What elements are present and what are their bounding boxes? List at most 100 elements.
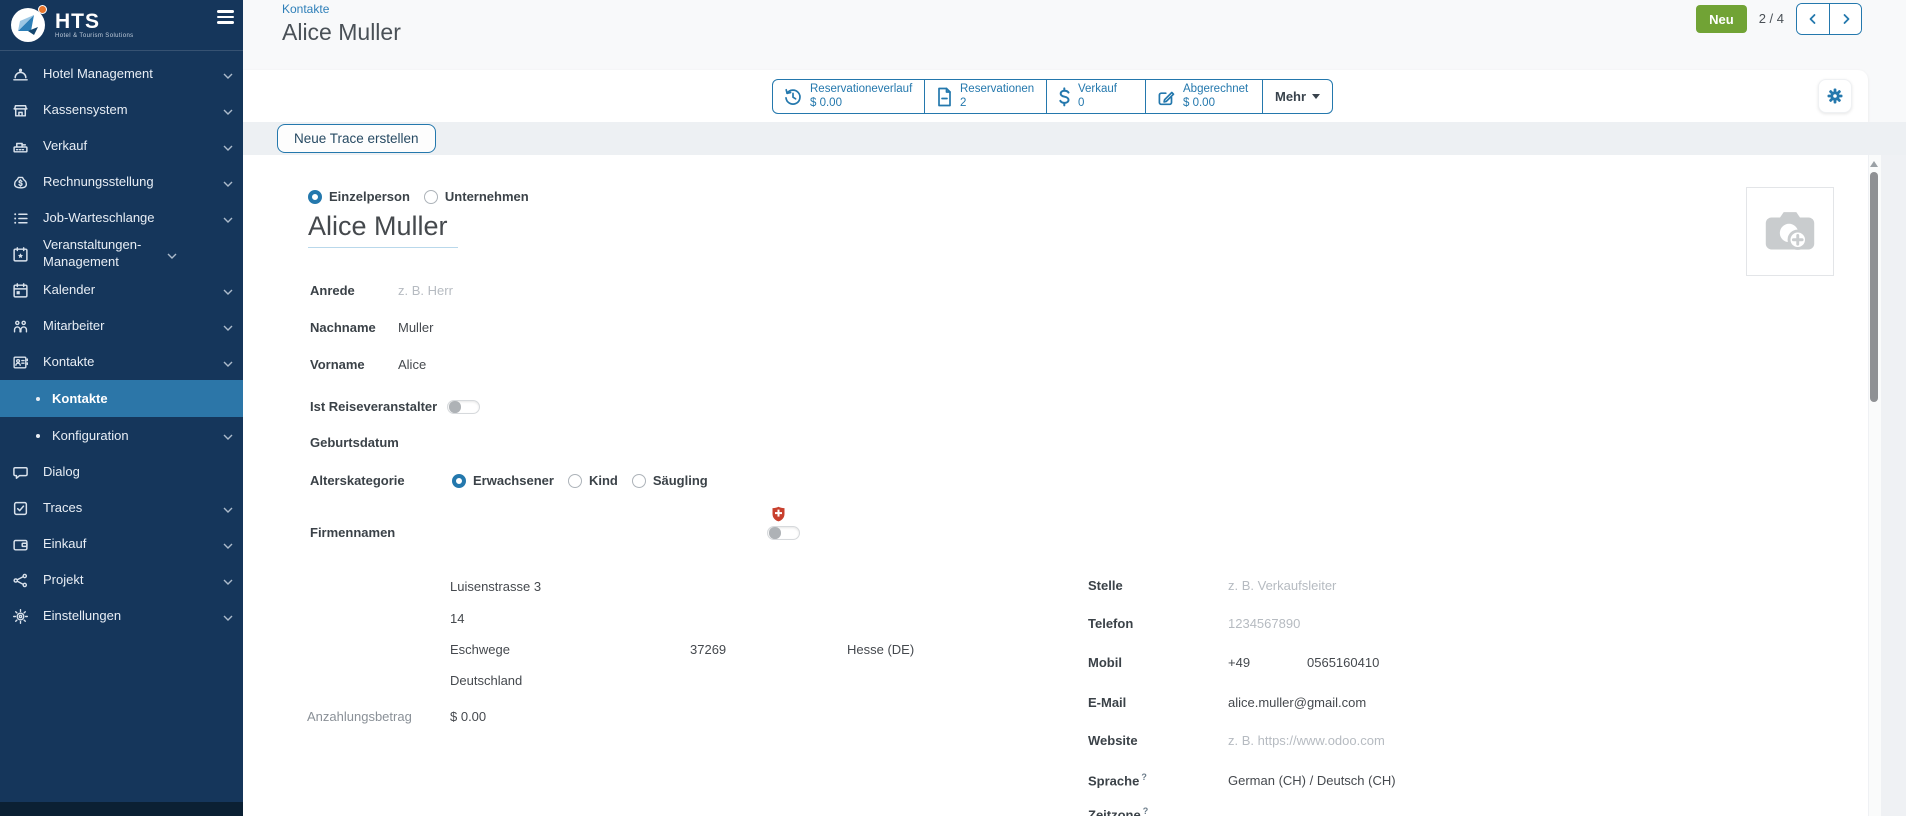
radio-kind[interactable] [568,474,582,488]
people-icon [12,318,29,335]
field-anzahlungsbetrag: Anzahlungsbetrag $ 0.00 [307,709,486,724]
nachname-input[interactable]: Muller [398,320,433,335]
chevron-down-icon [223,573,233,588]
sidebar-item-dialog[interactable]: Dialog [0,454,243,490]
radio-unternehmen[interactable] [424,190,438,204]
field-firmennamen: Firmennamen [310,525,800,540]
stelle-input[interactable]: z. B. Verkaufsleiter [1228,578,1336,593]
sidebar-item-kalender[interactable]: Kalender [0,272,243,308]
country-input[interactable]: Deutschland [450,673,522,688]
street2-input[interactable]: 14 [450,611,464,626]
scroll-up-arrow-icon[interactable] [1870,161,1878,167]
menu-toggle-icon[interactable] [217,10,234,27]
reiseveranstalter-toggle[interactable] [447,400,480,414]
chevron-down-icon [223,355,233,370]
address-country: Deutschland [450,673,522,688]
chevron-down-icon [223,103,233,118]
dollar-icon [1057,87,1071,107]
sidebar-item-veranstaltungen-management[interactable]: Veranstaltungen-Management [0,236,243,272]
state-input[interactable]: Hesse (DE) [847,642,914,657]
new-button[interactable]: Neu [1696,5,1747,33]
brand-name: HTS [55,12,134,32]
sidebar-item-einstellungen[interactable]: Einstellungen [0,598,243,634]
breadcrumb[interactable]: Kontakte [282,2,401,16]
anzahlungsbetrag-input[interactable]: $ 0.00 [450,709,486,724]
stat-reservationeverlauf-button[interactable]: Reservationeverlauf $ 0.00 [772,79,925,114]
radio-einzelperson[interactable] [308,190,322,204]
cash-register-icon [12,138,29,155]
contact-name-input[interactable]: Alice Muller [308,211,458,248]
sidebar-item-einkauf[interactable]: Einkauf [0,526,243,562]
chevron-down-icon [223,428,233,443]
contact-card-icon [12,354,29,371]
sidebar-item-projekt[interactable]: Projekt [0,562,243,598]
brand-row: HTS Hotel & Tourism Solutions [0,0,243,51]
chevron-down-icon [223,175,233,190]
help-icon: ? [1143,806,1149,816]
sidebar-item-kassensystem[interactable]: Kassensystem [0,92,243,128]
mobil-prefix-input[interactable]: +49 [1228,655,1307,670]
street-input[interactable]: Luisenstrasse 3 [450,579,541,594]
action-band: Neue Trace erstellen [243,122,1906,155]
hts-logo [10,7,46,43]
mobil-input[interactable]: 0565160410 [1307,655,1379,670]
stat-verkauf-button[interactable]: Verkauf 0 [1046,79,1146,114]
chevron-down-icon [167,247,177,262]
address-city-row: Eschwege 37269 Hesse (DE) [450,642,914,657]
record-pager [1796,3,1862,35]
field-telefon: Telefon 1234567890 [1088,616,1300,631]
history-icon [783,87,803,107]
sidebar-item-traces[interactable]: Traces [0,490,243,526]
website-input[interactable]: z. B. https://www.odoo.com [1228,733,1385,748]
radio-erwachsener[interactable] [452,474,466,488]
pager-count: 2 / 4 [1759,11,1784,26]
sidebar-item-kontakte[interactable]: Kontakte [0,344,243,380]
field-nachname: Nachname Muller [310,320,433,335]
field-mobil: Mobil +49 0565160410 [1088,655,1379,670]
chevron-down-icon [223,67,233,82]
logo-orange-dot [38,5,47,14]
radio-saeugling[interactable] [632,474,646,488]
zip-input[interactable]: 37269 [690,642,847,657]
photo-upload-placeholder[interactable] [1746,187,1834,276]
hotel-bell-icon [12,66,29,83]
city-input[interactable]: Eschwege [450,642,690,657]
money-bag-icon [12,174,29,191]
stat-abgerechnet-button[interactable]: Abgerechnet $ 0.00 [1145,79,1263,114]
sidebar-item-job-warteschlange[interactable]: Job-Warteschlange [0,200,243,236]
sidebar-item-hotel-management[interactable]: Hotel Management [0,56,243,92]
help-icon: ? [1141,772,1147,782]
sidebar-nav: Hotel Management Kassensystem [0,51,243,634]
sidebar-subitem-konfiguration[interactable]: Konfiguration [0,417,243,454]
email-input[interactable]: alice.muller@gmail.com [1228,695,1366,710]
field-stelle: Stelle z. B. Verkaufsleiter [1088,578,1336,593]
pager-previous-button[interactable] [1797,4,1829,34]
share-nodes-icon [12,572,29,589]
chevron-down-icon [223,211,233,226]
contact-form-sheet: Einzelperson Unternehmen Alice Muller [243,155,1868,816]
brand-tagline: Hotel & Tourism Solutions [55,33,134,39]
sidebar: HTS Hotel & Tourism Solutions Hotel Mana… [0,0,243,816]
settings-gear-button[interactable] [1818,79,1852,113]
sidebar-item-rechnungsstellung[interactable]: Rechnungsstellung [0,164,243,200]
scrollbar-thumb[interactable] [1870,172,1878,402]
more-button[interactable]: Mehr [1262,79,1333,114]
sidebar-item-mitarbeiter[interactable]: Mitarbeiter [0,308,243,344]
chevron-down-icon [223,609,233,624]
wallet-icon [12,536,29,553]
address-street: Luisenstrasse 3 [450,579,541,594]
new-trace-button[interactable]: Neue Trace erstellen [277,124,436,153]
pager-next-button[interactable] [1829,4,1861,34]
firmennamen-toggle[interactable] [767,526,800,540]
top-header: Kontakte Alice Muller Neu 2 / 4 [243,0,1906,70]
stat-reservationen-button[interactable]: Reservationen 2 [924,79,1047,114]
camera-plus-icon [1759,201,1821,263]
vorname-input[interactable]: Alice [398,357,426,372]
sidebar-footer [0,802,243,816]
anrede-input[interactable]: z. B. Herr [398,283,453,298]
sidebar-subitem-kontakte[interactable]: Kontakte [0,380,243,417]
sidebar-item-verkauf[interactable]: Verkauf [0,128,243,164]
sprache-select[interactable]: German (CH) / Deutsch (CH) [1228,773,1396,788]
stat-button-group: Reservationeverlauf $ 0.00 Reservationen… [772,79,1333,114]
telefon-input[interactable]: 1234567890 [1228,616,1300,631]
